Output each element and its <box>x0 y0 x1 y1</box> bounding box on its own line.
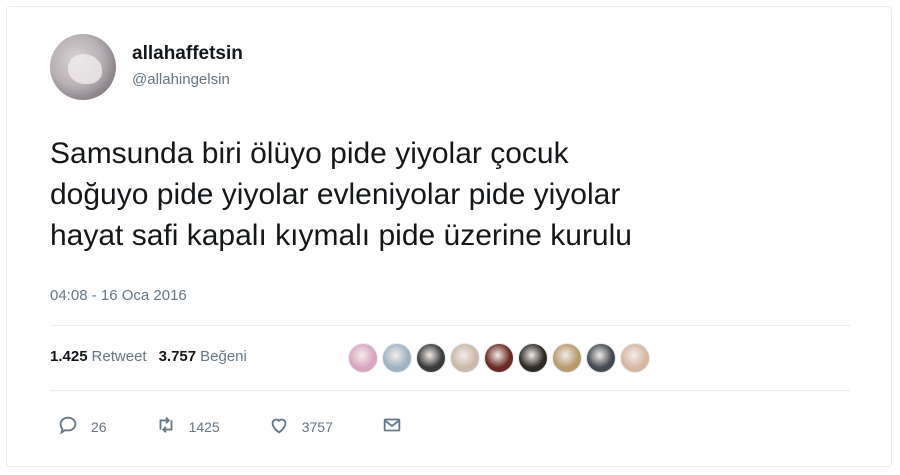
reply-icon <box>57 414 79 439</box>
reply-count: 26 <box>91 418 107 435</box>
tweet-timestamp[interactable]: 04:08 - 16 Oca 2016 <box>50 287 187 304</box>
reply-button[interactable]: 26 <box>57 414 107 439</box>
retweet-action-count: 1425 <box>188 418 220 435</box>
tweet-line: Samsunda biri ölüyo pide yiyolar çocuk <box>50 137 569 170</box>
liker-avatar[interactable] <box>586 343 616 373</box>
liker-avatar[interactable] <box>382 343 412 373</box>
avatar[interactable] <box>50 34 116 100</box>
like-action-count: 3757 <box>301 418 333 435</box>
liker-avatar[interactable] <box>484 343 514 373</box>
direct-message-button[interactable] <box>381 414 403 439</box>
liker-avatars <box>348 343 654 373</box>
retweet-button[interactable]: 1425 <box>155 414 220 439</box>
heart-icon <box>268 414 290 439</box>
tweet-header: allahaffetsin @allahingelsin <box>50 34 243 100</box>
retweet-label[interactable]: Retweet <box>92 348 147 365</box>
tweet-actions: 26 1425 3757 <box>57 414 451 439</box>
retweet-count[interactable]: 1.425 <box>50 348 88 365</box>
tweet-line: hayat safi kapalı kıymalı pide üzerine k… <box>50 219 632 252</box>
divider <box>50 390 850 391</box>
liker-avatar[interactable] <box>518 343 548 373</box>
liker-avatar[interactable] <box>450 343 480 373</box>
tweet-stats: 1.425 Retweet 3.757 Beğeni <box>50 348 259 365</box>
liker-avatar[interactable] <box>348 343 378 373</box>
liker-avatar[interactable] <box>620 343 650 373</box>
liker-avatar[interactable] <box>552 343 582 373</box>
liker-avatar[interactable] <box>416 343 446 373</box>
user-handle[interactable]: @allahingelsin <box>132 71 243 88</box>
display-name[interactable]: allahaffetsin <box>132 43 243 65</box>
envelope-icon <box>381 414 403 439</box>
user-names: allahaffetsin @allahingelsin <box>132 43 243 88</box>
tweet-line: doğuyo pide yiyolar evleniyolar pide yiy… <box>50 178 621 211</box>
retweet-icon <box>155 414 177 439</box>
divider <box>50 325 850 326</box>
tweet-text: Samsunda biri ölüyo pide yiyolar çocuk d… <box>50 133 850 256</box>
like-label[interactable]: Beğeni <box>200 348 247 365</box>
like-button[interactable]: 3757 <box>268 414 333 439</box>
like-count[interactable]: 3.757 <box>159 348 197 365</box>
